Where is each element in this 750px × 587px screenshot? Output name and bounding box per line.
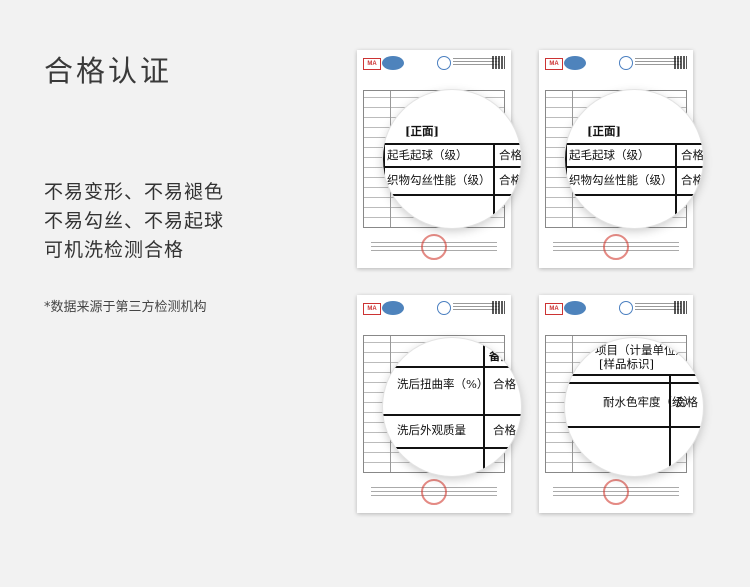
test-item-label: 洗后外观质量 <box>397 423 466 437</box>
column-subheading: [样品标识] <box>599 357 654 371</box>
qr-code-icon <box>674 301 687 314</box>
test-result: 合格 <box>493 377 516 391</box>
globe-logo-icon <box>619 301 633 315</box>
qr-code-icon <box>492 301 505 314</box>
globe-logo-icon <box>619 56 633 70</box>
official-seal-icon <box>603 234 629 260</box>
test-item-label: 起毛起球（级） <box>387 148 468 162</box>
report-header: MA <box>545 56 687 76</box>
globe-logo-icon <box>437 301 451 315</box>
cma-logo-icon: MA <box>363 58 381 70</box>
report-header: MA <box>363 56 505 76</box>
section-heading: [正面] <box>405 124 439 138</box>
test-item-label: 起毛起球（级） <box>569 148 650 162</box>
cma-logo-icon: MA <box>363 303 381 315</box>
magnified-report-detail: 项目（计量单位） [样品标识] 耐水色牢度（级） 合格 <box>565 338 703 476</box>
official-seal-icon <box>421 234 447 260</box>
test-result: 合格 <box>499 148 521 162</box>
feature-list: 不易变形、不易褪色 不易勾丝、不易起球 可机洗检测合格 <box>44 178 224 265</box>
feature-line: 不易变形、不易褪色 <box>44 181 225 203</box>
cma-logo-icon: MA <box>545 58 563 70</box>
cma-logo-icon: MA <box>545 303 563 315</box>
official-seal-icon <box>603 479 629 505</box>
test-item-label: 织物勾丝性能（级） <box>387 173 491 187</box>
test-item-label: 洗后扭曲率（%） <box>397 377 489 391</box>
data-source-footnote: *数据来源于第三方检测机构 <box>44 300 207 315</box>
report-header: MA <box>363 301 505 321</box>
magnified-report-detail: 备注 洗后扭曲率（%） 合格 洗后外观质量 合格 <box>383 338 521 476</box>
report-header: MA <box>545 301 687 321</box>
remarks-heading: 备注 <box>489 349 512 363</box>
accreditation-logo-icon <box>564 56 586 70</box>
test-result: 合格 <box>493 423 516 437</box>
test-result: 合格 <box>681 173 703 187</box>
feature-line: 可机洗检测合格 <box>44 239 185 261</box>
official-seal-icon <box>421 479 447 505</box>
test-result: 合格 <box>675 395 698 409</box>
feature-line: 不易勾丝、不易起球 <box>44 210 225 232</box>
test-result: 合格 <box>681 148 703 162</box>
section-heading: [正面] <box>587 124 621 138</box>
magnified-report-detail: [正面] 起毛起球（级） 合格 织物勾丝性能（级） 合格 <box>565 90 703 228</box>
accreditation-logo-icon <box>382 301 404 315</box>
accreditation-logo-icon <box>382 56 404 70</box>
qr-code-icon <box>674 56 687 69</box>
page-title: 合格认证 <box>44 54 173 88</box>
globe-logo-icon <box>437 56 451 70</box>
qr-code-icon <box>492 56 505 69</box>
test-result: 合格 <box>499 173 521 187</box>
accreditation-logo-icon <box>564 301 586 315</box>
test-item-label: 织物勾丝性能（级） <box>569 173 673 187</box>
magnified-report-detail: [正面] 起毛起球（级） 合格 织物勾丝性能（级） 合格 <box>383 90 521 228</box>
